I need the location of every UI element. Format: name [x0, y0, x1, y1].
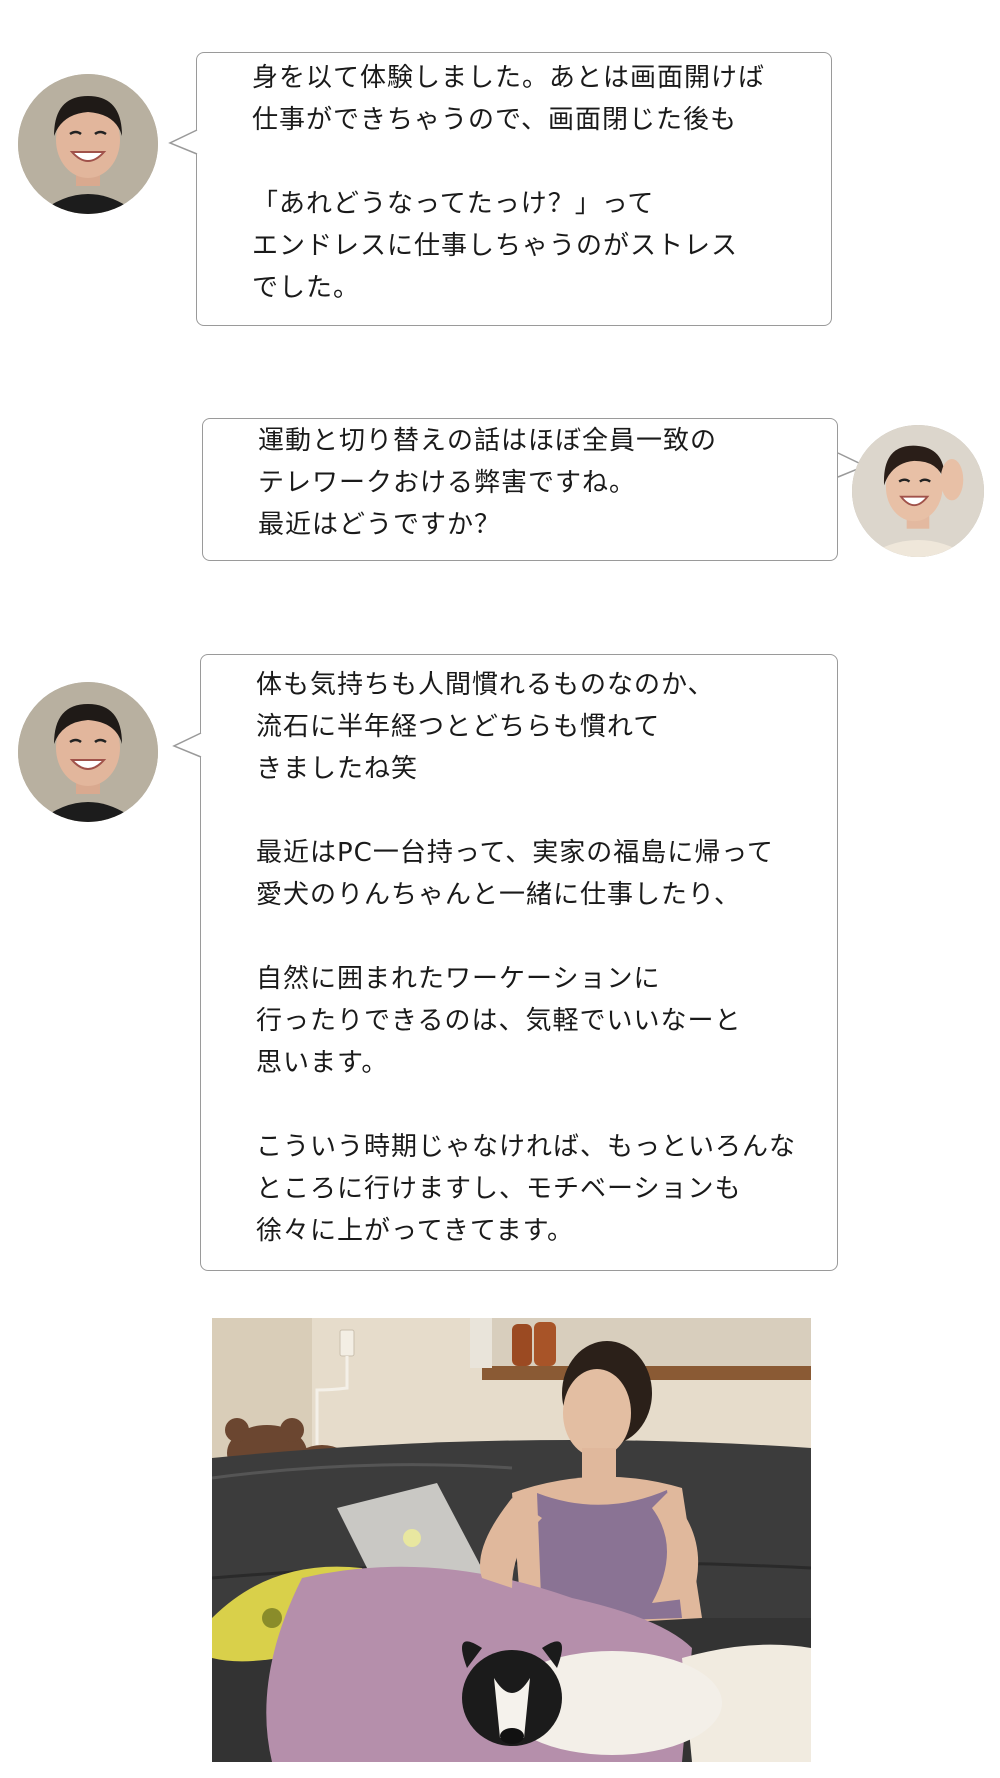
interviewee-avatar — [18, 682, 158, 822]
message-text-3: 体も気持ちも人間慣れるものなのか、 流石に半年経つとどちらも慣れて きましたね笑… — [256, 670, 797, 1246]
message-text-1: 身を以て体験しました。あとは画面開けば 仕事ができちゃうので、画面閉じた後も 「… — [252, 63, 766, 303]
bubble-tail-left — [168, 129, 198, 155]
bubble-tail-left — [172, 732, 202, 758]
message-text-2: 運動と切り替えの話はほぼ全員一致の テレワークおける弊害ですね。 最近はどうです… — [258, 426, 718, 540]
smiling-woman-short-hair-avatar-icon — [18, 74, 158, 214]
workation-photo — [212, 1318, 811, 1762]
woman-working-on-laptop-on-sofa-with-dog-photo-icon — [212, 1318, 811, 1762]
laughing-woman-avatar-icon — [852, 425, 984, 557]
interviewee-avatar — [18, 74, 158, 214]
smiling-woman-short-hair-avatar-icon — [18, 682, 158, 822]
interviewer-avatar — [852, 425, 984, 557]
